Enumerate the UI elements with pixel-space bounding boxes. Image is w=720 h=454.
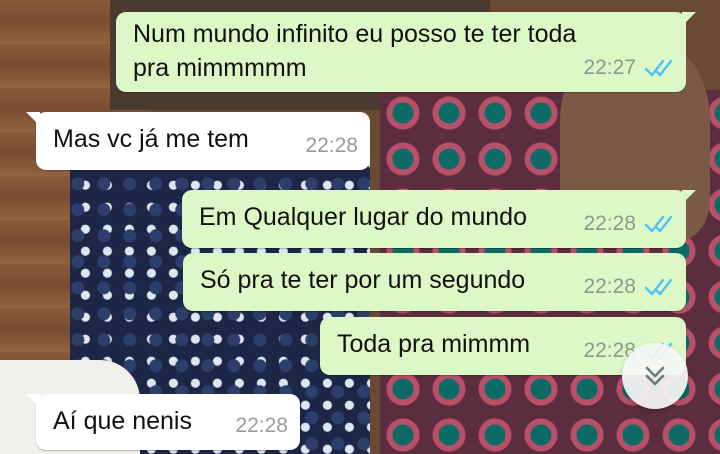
double-check-read-icon bbox=[644, 59, 673, 76]
message-meta: 22:28 bbox=[583, 270, 674, 303]
message-bubble-outgoing[interactable]: Em Qualquer lugar do mundo 22:28 bbox=[182, 190, 696, 248]
message-meta: 22:27 bbox=[583, 51, 674, 84]
scroll-to-bottom-button[interactable] bbox=[622, 343, 688, 409]
double-chevron-down-icon bbox=[645, 366, 665, 386]
message-meta: 22:28 bbox=[583, 207, 674, 240]
double-check-read-icon bbox=[644, 278, 673, 295]
message-text-line-1: Num mundo infinito eu posso te ter toda bbox=[133, 20, 577, 48]
message-text: Mas vc já me tem bbox=[53, 125, 249, 153]
message-bubble-incoming[interactable]: Aí que nenis 22:28 bbox=[26, 394, 300, 450]
message-text: Em Qualquer lugar do mundo bbox=[199, 203, 527, 231]
message-time: 22:27 bbox=[583, 56, 636, 79]
message-bubble-incoming[interactable]: Mas vc já me tem 22:28 bbox=[26, 112, 370, 170]
message-text: Aí que nenis bbox=[53, 407, 192, 435]
message-time: 22:28 bbox=[305, 134, 358, 157]
message-time: 22:28 bbox=[583, 212, 636, 235]
message-time: 22:28 bbox=[583, 275, 636, 298]
message-text: Toda pra mimmm bbox=[337, 330, 531, 358]
message-text: Só pra te ter por um segundo bbox=[200, 266, 526, 294]
message-meta: 22:28 bbox=[235, 409, 288, 442]
message-bubble-outgoing[interactable]: Num mundo infinito eu posso te ter toda … bbox=[116, 12, 696, 92]
double-check-read-icon bbox=[644, 215, 673, 232]
message-meta: 22:28 bbox=[305, 129, 358, 162]
message-bubble-outgoing[interactable]: Só pra te ter por um segundo 22:28 bbox=[183, 253, 686, 311]
message-text-line-2: pra mimmmmm bbox=[133, 54, 307, 82]
message-time: 22:28 bbox=[235, 414, 288, 437]
